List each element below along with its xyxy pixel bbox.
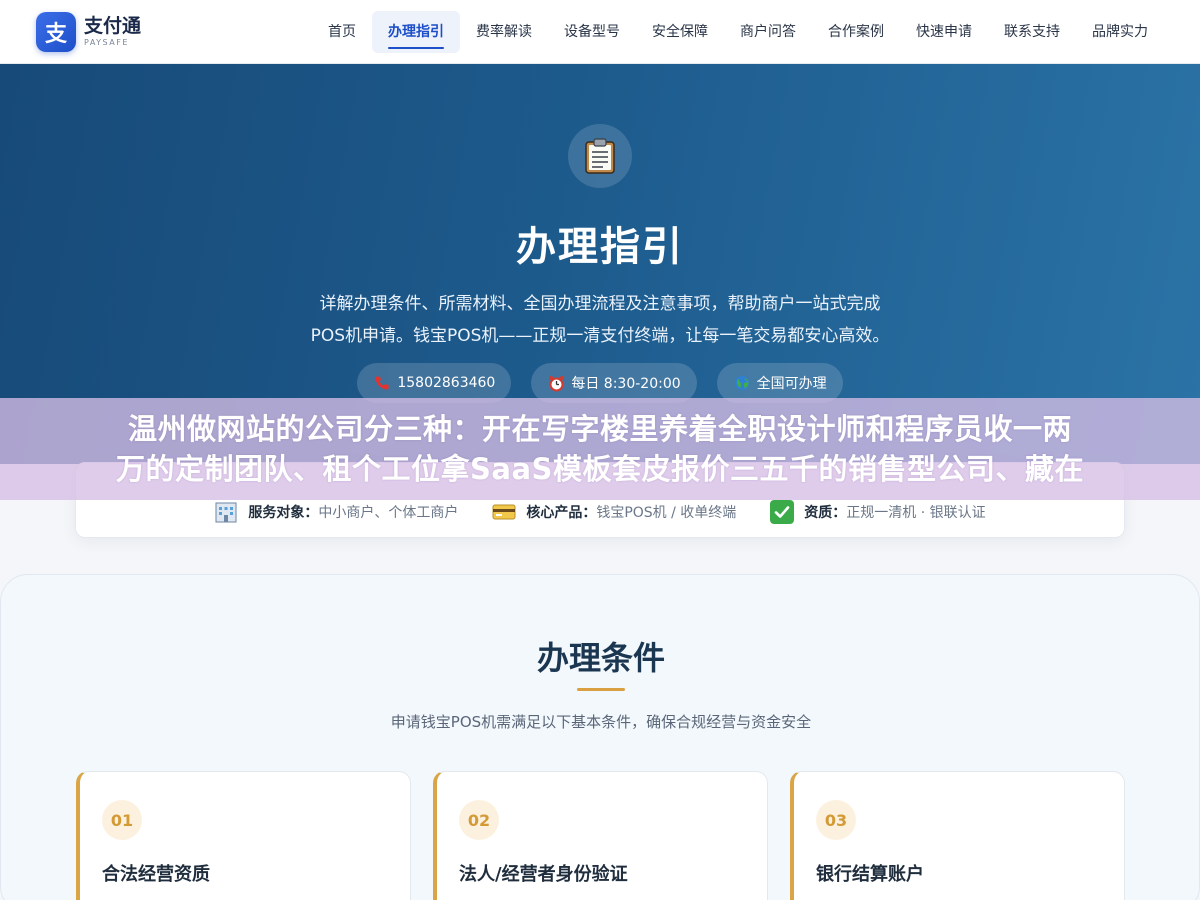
info-label-qualification: 资质： [804,505,847,521]
coverage-pill: 全国可办理 [716,363,843,403]
check-icon [770,500,795,524]
phone-pill[interactable]: 15802863460 [357,363,512,403]
nav-item-home[interactable]: 首页 [312,11,372,53]
info-value-target: 中小商户、个体工商户 [318,505,459,521]
hero-description: 详解办理条件、所需材料、全国办理流程及注意事项，帮助商户一站式完成 POS机申请… [300,288,900,352]
info-value-qualification: 正规一清机 · 银联认证 [846,505,986,521]
hero-pills: 15802863460 每日 8:30-20:00 全国可办理 [0,363,1200,403]
hero-desc-line-1: 详解办理条件、所需材料、全国办理流程及注意事项，帮助商户一站式完成 [319,294,881,314]
nav-item-brand[interactable]: 品牌实力 [1076,11,1164,53]
condition-cards: 01 合法经营资质 02 法人/经营者身份验证 03 银行结算账户 [76,771,1126,900]
section-title: 办理条件 [536,639,665,677]
overlay-text-banner: 温州做网站的公司分三种：开在写字楼里养着全职设计师和程序员收一两 万的定制团队、… [0,398,1200,500]
top-header: 支 支付通 PAYSAFE 首页 办理指引 费率解读 设备型号 安全保障 商户问… [0,0,1200,64]
overlay-line-2: 万的定制团队、租个工位拿SaaS模板套皮报价三五千的销售型公司、藏在 [116,452,1084,486]
hero-title: 办理指引 [516,224,684,270]
info-value-product: 钱宝POS机 / 收单终端 [596,505,737,521]
info-label-target: 服务对象： [248,505,319,521]
card-title: 合法经营资质 [102,864,210,885]
service-hours: 每日 8:30-20:00 [571,376,681,392]
brand-subtitle: PAYSAFE [84,38,129,47]
nav-item-cases[interactable]: 合作案例 [812,11,900,53]
building-icon [214,500,238,524]
condition-card-1[interactable]: 01 合法经营资质 [76,771,411,900]
alarm-clock-icon [547,374,565,392]
info-service-target: 服务对象：中小商户、个体工商户 [214,500,458,524]
nav-item-security[interactable]: 安全保障 [636,11,724,53]
clipboard-icon [568,124,632,188]
card-number: 01 [102,800,142,840]
conditions-section: 办理条件 申请钱宝POS机需满足以下基本条件，确保合规经营与资金安全 01 合法… [0,574,1200,900]
info-core-product: 核心产品：钱宝POS机 / 收单终端 [492,500,736,524]
card-title: 法人/经营者身份验证 [459,864,628,885]
card-number: 02 [459,800,499,840]
section-subtitle: 申请钱宝POS机需满足以下基本条件，确保合规经营与资金安全 [390,713,812,731]
overlay-line-1: 温州做网站的公司分三种：开在写字楼里养着全职设计师和程序员收一两 [127,412,1072,446]
nav-item-faq[interactable]: 商户问答 [724,11,812,53]
nav-item-guide[interactable]: 办理指引 [372,11,460,53]
condition-card-3[interactable]: 03 银行结算账户 [790,771,1125,900]
globe-icon [733,374,751,392]
title-underline [577,688,625,691]
nav-item-rates[interactable]: 费率解读 [460,11,548,53]
hero-desc-line-2: POS机申请。钱宝POS机——正规一清支付终端，让每一笔交易都安心高效。 [310,326,890,346]
hours-pill: 每日 8:30-20:00 [531,363,697,403]
phone-icon [373,374,391,392]
nav-item-contact[interactable]: 联系支持 [988,11,1076,53]
coverage-text: 全国可办理 [756,376,827,392]
nav-item-devices[interactable]: 设备型号 [548,11,636,53]
nav-item-apply[interactable]: 快速申请 [900,11,988,53]
info-qualification: 资质：正规一清机 · 银联认证 [770,500,986,524]
phone-number: 15802863460 [397,375,496,391]
brand-name: 支付通 [84,15,142,37]
card-icon [492,500,516,524]
card-title: 银行结算账户 [816,864,924,885]
card-number: 03 [816,800,856,840]
logo-mark: 支 [36,12,76,52]
brand-logo[interactable]: 支 支付通 PAYSAFE [36,12,141,52]
condition-card-2[interactable]: 02 法人/经营者身份验证 [433,771,768,900]
main-nav: 首页 办理指引 费率解读 设备型号 安全保障 商户问答 合作案例 快速申请 联系… [312,11,1164,53]
info-label-product: 核心产品： [526,505,597,521]
